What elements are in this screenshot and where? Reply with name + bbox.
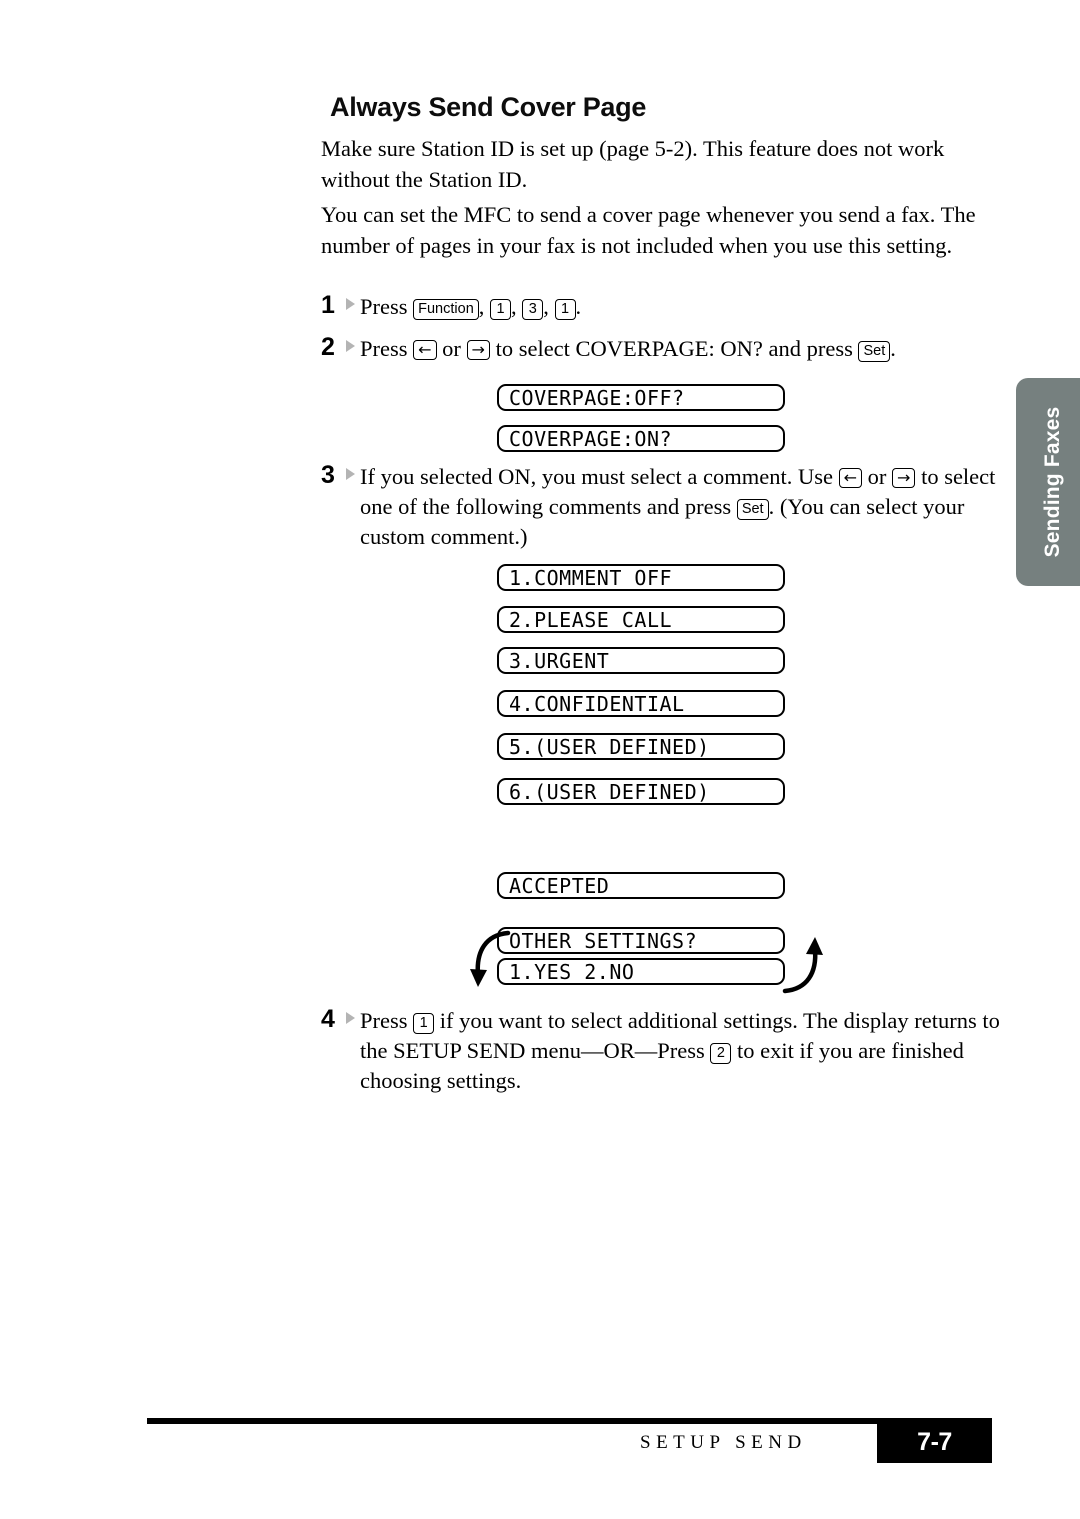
step-1-press-label: Press bbox=[360, 294, 408, 319]
step-1: 1 Press Function, 1, 3, 1. bbox=[321, 292, 1001, 322]
step-1-comma-3: , bbox=[543, 294, 549, 319]
lcd-coverpage-off-text: COVERPAGE:OFF? bbox=[509, 385, 685, 410]
step-2-number: 2 bbox=[321, 334, 355, 360]
step-1-body: Press Function, 1, 3, 1. bbox=[360, 292, 1001, 322]
lcd-accepted: ACCEPTED bbox=[497, 872, 785, 899]
key-digit-1[interactable]: 1 bbox=[413, 1013, 435, 1034]
step-3-text-1: If you selected ON, you must select a co… bbox=[360, 464, 833, 489]
step-2-body: Press ← or → to select COVERPAGE: ON? an… bbox=[360, 334, 1001, 364]
step-4-text-1: Press bbox=[360, 1008, 408, 1033]
step-1-number: 1 bbox=[321, 292, 355, 318]
step-2-period: . bbox=[890, 336, 896, 361]
lcd-comment-5-text: 5.(USER DEFINED) bbox=[509, 734, 710, 759]
lcd-comment-1: 1.COMMENT OFF bbox=[497, 564, 785, 591]
key-left-arrow-icon[interactable]: ← bbox=[838, 468, 863, 488]
lcd-yes-no: 1.YES 2.NO bbox=[497, 958, 785, 985]
key-right-arrow-icon[interactable]: → bbox=[892, 468, 916, 488]
key-digit-2[interactable]: 2 bbox=[710, 1043, 732, 1064]
step-marker-triangle-icon bbox=[346, 468, 355, 480]
lcd-comment-2-text: 2.PLEASE CALL bbox=[509, 607, 673, 632]
step-3-number: 3 bbox=[321, 462, 355, 488]
lcd-other-settings-text: OTHER SETTINGS? bbox=[509, 928, 698, 953]
lcd-other-settings: OTHER SETTINGS? bbox=[497, 927, 785, 954]
cycle-arrow-left-icon bbox=[470, 930, 511, 987]
intro-paragraph-1: Make sure Station ID is set up (page 5-2… bbox=[321, 136, 945, 192]
lcd-comment-6-text: 6.(USER DEFINED) bbox=[509, 779, 710, 804]
page-number-box: 7-7 bbox=[877, 1421, 992, 1463]
key-set[interactable]: Set bbox=[858, 341, 891, 362]
step-4: 4 Press 1 if you want to select addition… bbox=[321, 1006, 1001, 1096]
page-number: 7-7 bbox=[917, 1427, 952, 1456]
lcd-comment-3: 3.URGENT bbox=[497, 647, 785, 674]
key-set[interactable]: Set bbox=[736, 499, 769, 520]
lcd-comment-2: 2.PLEASE CALL bbox=[497, 606, 785, 633]
step-4-number: 4 bbox=[321, 1006, 355, 1032]
step-2: 2 Press ← or → to select COVERPAGE: ON? … bbox=[321, 334, 1001, 364]
manual-page: Always Send Cover Page Make sure Station… bbox=[0, 0, 1080, 1519]
step-marker-triangle-icon bbox=[346, 298, 355, 310]
lcd-comment-1-text: 1.COMMENT OFF bbox=[509, 565, 673, 590]
lcd-comment-4-text: 4.CONFIDENTIAL bbox=[509, 691, 685, 716]
key-left-arrow-icon[interactable]: ← bbox=[413, 340, 437, 360]
lcd-comment-4: 4.CONFIDENTIAL bbox=[497, 690, 785, 717]
step-3-body: If you selected ON, you must select a co… bbox=[360, 462, 1001, 552]
lcd-yes-no-text: 1.YES 2.NO bbox=[509, 959, 635, 984]
side-tab-sending-faxes: Sending Faxes bbox=[1016, 378, 1080, 586]
key-right-arrow-icon[interactable]: → bbox=[466, 340, 490, 360]
footer-divider bbox=[147, 1418, 992, 1424]
key-digit-1[interactable]: 1 bbox=[490, 299, 512, 320]
lcd-comment-5: 5.(USER DEFINED) bbox=[497, 733, 785, 760]
lcd-comment-3-text: 3.URGENT bbox=[509, 648, 610, 673]
step-4-digit: 4 bbox=[321, 1005, 335, 1033]
step-marker-triangle-icon bbox=[346, 340, 355, 352]
step-1-comma-2: , bbox=[511, 294, 517, 319]
step-3: 3 If you selected ON, you must select a … bbox=[321, 462, 1001, 552]
lcd-coverpage-on-text: COVERPAGE:ON? bbox=[509, 426, 673, 451]
lcd-comment-6: 6.(USER DEFINED) bbox=[497, 778, 785, 805]
lcd-accepted-text: ACCEPTED bbox=[509, 873, 610, 898]
key-digit-1-second[interactable]: 1 bbox=[554, 299, 576, 320]
step-1-period: . bbox=[575, 294, 582, 319]
step-marker-triangle-icon bbox=[346, 1012, 355, 1024]
step-2-text-before: Press bbox=[360, 336, 408, 361]
cycle-arrow-right-icon bbox=[782, 937, 823, 994]
step-3-or: or bbox=[867, 464, 887, 489]
step-4-body: Press 1 if you want to select additional… bbox=[360, 1006, 1001, 1096]
lcd-coverpage-off: COVERPAGE:OFF? bbox=[497, 384, 785, 411]
lcd-coverpage-on: COVERPAGE:ON? bbox=[497, 425, 785, 452]
step-1-digit: 1 bbox=[321, 291, 335, 319]
page-title: Always Send Cover Page bbox=[330, 92, 647, 122]
step-2-digit: 2 bbox=[321, 333, 335, 361]
step-2-text-middle: to select COVERPAGE: ON? and press bbox=[495, 336, 853, 361]
footer-section-label: SETUP SEND bbox=[640, 1432, 807, 1453]
step-3-digit: 3 bbox=[321, 461, 335, 489]
side-tab-label: Sending Faxes bbox=[1041, 406, 1064, 558]
step-2-or: or bbox=[442, 336, 461, 361]
key-digit-3[interactable]: 3 bbox=[522, 299, 544, 320]
key-function[interactable]: Function bbox=[413, 299, 479, 320]
step-1-comma-1: , bbox=[478, 294, 485, 319]
intro-paragraph-2: You can set the MFC to send a cover page… bbox=[321, 202, 976, 258]
